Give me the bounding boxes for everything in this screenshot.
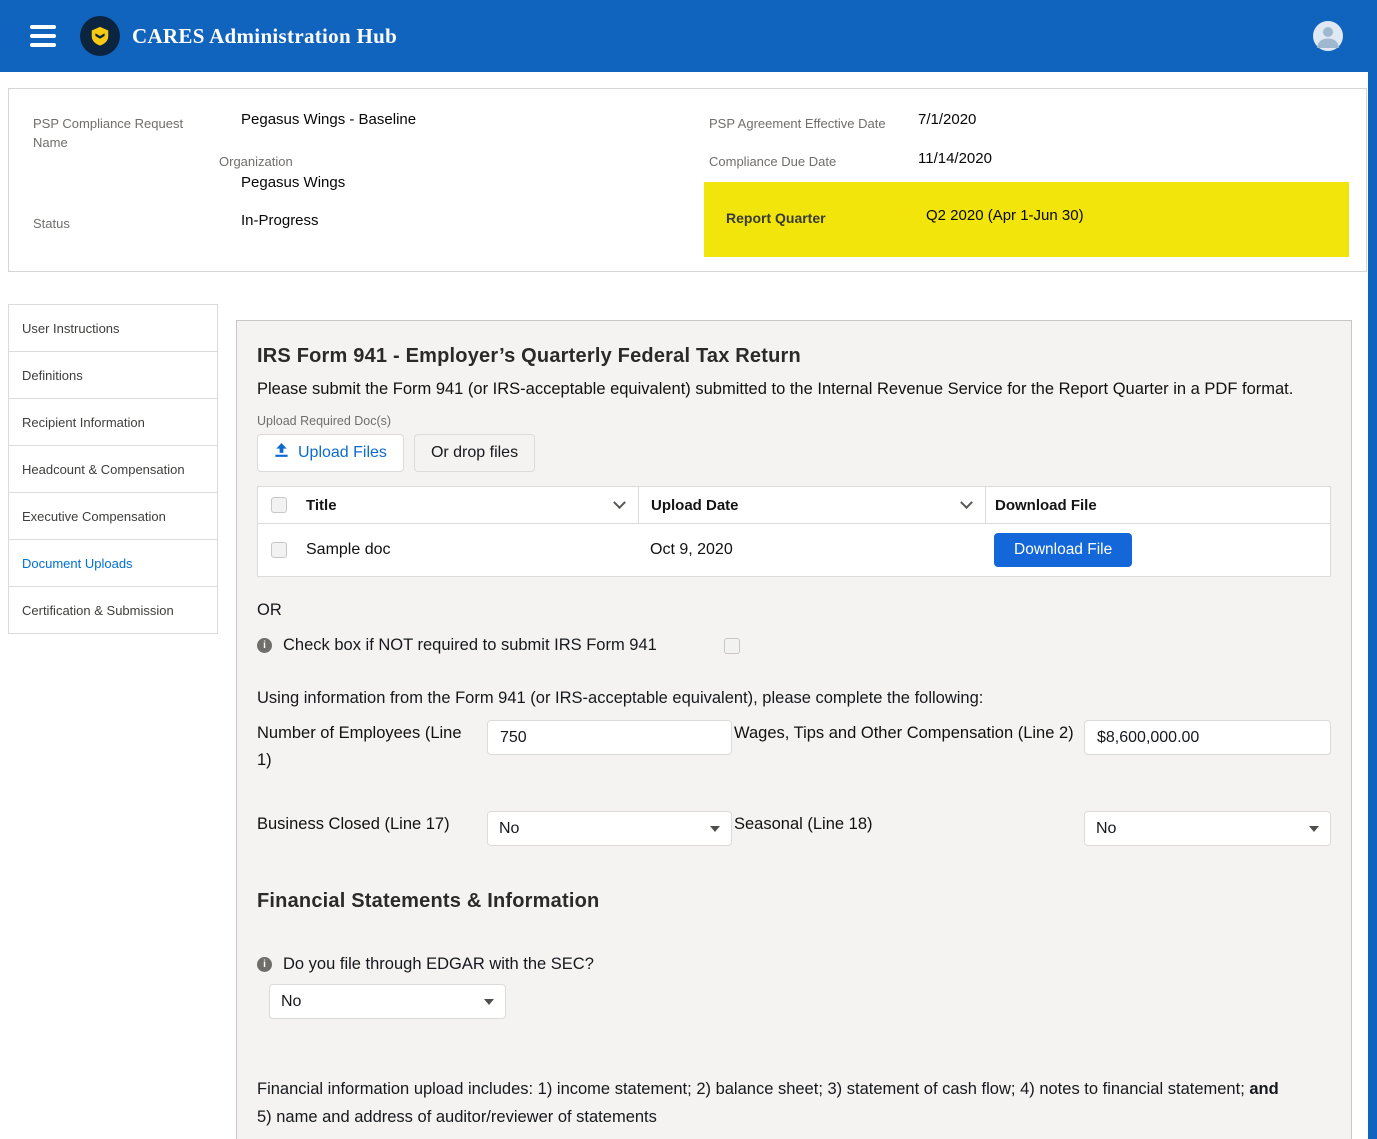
upload-controls: Upload Files Or drop files: [257, 434, 1331, 472]
sidebar-item-label: Document Uploads: [22, 556, 133, 571]
download-file-button[interactable]: Download File: [994, 533, 1132, 567]
row-checkbox[interactable]: [271, 542, 287, 558]
organization-label: Organization: [219, 153, 293, 172]
form-941-fields: Number of Employees (Line 1) Wages, Tips…: [257, 720, 1331, 846]
sidebar-item-executive-compensation[interactable]: Executive Compensation: [8, 492, 218, 540]
form-intro: Using information from the Form 941 (or …: [257, 689, 1331, 708]
financial-statements-heading: Financial Statements & Information: [257, 890, 1331, 913]
chevron-down-icon[interactable]: [613, 496, 626, 509]
wages-input[interactable]: [1084, 720, 1331, 755]
chevron-down-icon[interactable]: [960, 496, 973, 509]
upload-icon: [274, 443, 289, 463]
upload-files-button[interactable]: Upload Files: [257, 434, 404, 472]
report-quarter-highlight: Report Quarter Q2 2020 (Apr 1-Jun 30): [704, 182, 1349, 257]
drop-files-zone[interactable]: Or drop files: [414, 434, 535, 472]
wages-label: Wages, Tips and Other Compensation (Line…: [732, 720, 1084, 746]
drop-files-label: Or drop files: [431, 444, 518, 462]
sidebar-item-label: Definitions: [22, 368, 83, 383]
edgar-select[interactable]: No: [269, 984, 506, 1019]
select-arrow-icon: [710, 826, 720, 832]
organization-value: Pegasus Wings: [241, 174, 345, 191]
edgar-question-row: i Do you file through EDGAR with the SEC…: [257, 955, 1331, 974]
sidebar-item-document-uploads[interactable]: Document Uploads: [8, 539, 218, 587]
financial-upload-note: Financial information upload includes: 1…: [257, 1075, 1297, 1131]
seasonal-value: No: [1096, 820, 1116, 838]
select-arrow-icon: [1309, 826, 1319, 832]
request-name-label: PSP Compliance Request Name: [33, 115, 193, 153]
or-label: OR: [257, 601, 1331, 620]
select-arrow-icon: [484, 999, 494, 1005]
edgar-value: No: [281, 993, 301, 1011]
upload-date-cell: Oct 9, 2020: [650, 541, 733, 559]
section-description: Please submit the Form 941 (or IRS-accep…: [257, 376, 1325, 402]
business-closed-select[interactable]: No: [487, 811, 732, 846]
note-part1: Financial information upload includes: 1…: [257, 1080, 1249, 1098]
section-nav: User Instructions Definitions Recipient …: [8, 305, 218, 634]
uploaded-documents-table: Title Upload Date Download File Sample d…: [257, 486, 1331, 577]
info-icon: i: [257, 638, 272, 653]
column-header-download-file: Download File: [985, 487, 1330, 523]
select-all-checkbox[interactable]: [271, 497, 287, 513]
compliance-summary-card: PSP Compliance Request Name Pegasus Wing…: [8, 88, 1367, 272]
sidebar-item-user-instructions[interactable]: User Instructions: [8, 304, 218, 352]
effective-date-label: PSP Agreement Effective Date: [709, 115, 886, 134]
due-date-value: 11/14/2020: [918, 150, 992, 167]
report-quarter-label: Report Quarter: [726, 210, 826, 226]
table-header-row: Title Upload Date Download File: [258, 487, 1330, 524]
seasonal-select[interactable]: No: [1084, 811, 1331, 846]
note-part2: 5) name and address of auditor/reviewer …: [257, 1108, 657, 1126]
sidebar-item-headcount-compensation[interactable]: Headcount & Compensation: [8, 445, 218, 493]
employees-label: Number of Employees (Line 1): [257, 720, 487, 773]
status-label: Status: [33, 215, 70, 234]
section-title: IRS Form 941 - Employer’s Quarterly Fede…: [257, 345, 1331, 368]
upload-files-label: Upload Files: [298, 444, 387, 462]
report-quarter-value: Q2 2020 (Apr 1-Jun 30): [926, 207, 1084, 224]
menu-icon[interactable]: [30, 25, 56, 47]
scrollbar[interactable]: [1368, 72, 1377, 1139]
not-required-row: i Check box if NOT required to submit IR…: [257, 636, 1331, 655]
column-header-upload-date[interactable]: Upload Date: [638, 487, 985, 523]
app-title: CARES Administration Hub: [132, 0, 397, 72]
sidebar-item-label: User Instructions: [22, 321, 120, 336]
effective-date-value: 7/1/2020: [918, 111, 976, 128]
request-name-value: Pegasus Wings - Baseline: [241, 111, 416, 128]
note-bold: and: [1249, 1080, 1278, 1098]
column-download-file-label: Download File: [995, 497, 1097, 514]
sidebar-item-label: Headcount & Compensation: [22, 462, 185, 477]
column-header-title[interactable]: Title: [300, 487, 638, 523]
sidebar-item-recipient-information[interactable]: Recipient Information: [8, 398, 218, 446]
business-closed-label: Business Closed (Line 17): [257, 811, 487, 837]
upload-required-label: Upload Required Doc(s): [257, 414, 1331, 428]
not-required-label: Check box if NOT required to submit IRS …: [283, 636, 657, 655]
app-header: CARES Administration Hub: [0, 0, 1377, 72]
document-uploads-panel: IRS Form 941 - Employer’s Quarterly Fede…: [236, 320, 1352, 1139]
sidebar-item-label: Recipient Information: [22, 415, 145, 430]
status-value: In-Progress: [241, 212, 319, 229]
due-date-label: Compliance Due Date: [709, 153, 836, 172]
info-icon: i: [257, 957, 272, 972]
sidebar-item-certification-submission[interactable]: Certification & Submission: [8, 586, 218, 634]
business-closed-value: No: [499, 820, 519, 838]
edgar-question-label: Do you file through EDGAR with the SEC?: [283, 955, 594, 974]
seasonal-label: Seasonal (Line 18): [732, 811, 1084, 837]
employees-input[interactable]: [487, 720, 732, 755]
table-row: Sample doc Oct 9, 2020 Download File: [258, 524, 1330, 576]
sidebar-item-label: Certification & Submission: [22, 603, 174, 618]
column-title-label: Title: [306, 497, 337, 514]
sidebar-item-definitions[interactable]: Definitions: [8, 351, 218, 399]
column-upload-date-label: Upload Date: [651, 497, 739, 514]
app-logo-icon: [80, 16, 120, 56]
sidebar-item-label: Executive Compensation: [22, 509, 166, 524]
user-avatar-icon[interactable]: [1313, 21, 1343, 51]
doc-title-cell: Sample doc: [306, 541, 391, 559]
not-required-checkbox[interactable]: [724, 638, 740, 654]
